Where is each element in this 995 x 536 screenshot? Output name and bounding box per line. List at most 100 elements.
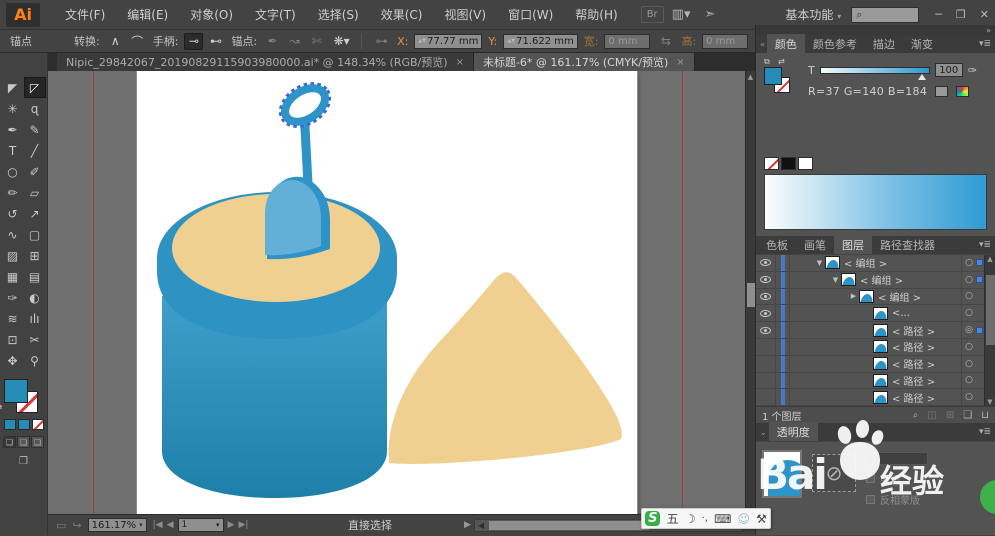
screen-mode-icon[interactable]: ❐ <box>19 456 28 467</box>
visibility-toggle[interactable] <box>756 389 776 406</box>
opacity-mask-well[interactable]: ⊘ <box>812 454 856 493</box>
panel-menu-icon[interactable]: ▾≣ <box>979 427 991 437</box>
handle-display-icon[interactable]: ⊷ <box>206 33 225 50</box>
panel-tab[interactable]: 颜色 <box>766 34 805 54</box>
visibility-toggle[interactable] <box>756 372 776 389</box>
status-expand-icon[interactable]: ▶ <box>464 520 471 530</box>
wrench-icon[interactable]: ⚒ <box>756 512 767 526</box>
tool-button[interactable]: ⊡ <box>2 329 24 350</box>
layer-row[interactable]: ▼ < 编组 > ○ <box>756 271 995 289</box>
tool-button[interactable]: ◸ <box>23 77 46 98</box>
layer-label[interactable]: < 编组 > <box>844 255 887 270</box>
bridge-button[interactable]: Br <box>640 6 664 23</box>
panel-tab[interactable]: 渐变 <box>903 34 941 54</box>
person-icon[interactable]: ☺ <box>738 512 751 526</box>
tool-button[interactable]: ✑ <box>2 287 24 308</box>
clip-checkbox[interactable]: 剪切 <box>866 471 928 486</box>
canvas-area[interactable]: ▲ <box>48 71 755 514</box>
layer-label[interactable]: < 路径 > <box>892 390 935 405</box>
layer-thumbnail[interactable] <box>873 340 888 354</box>
tint-value-field[interactable]: 100 <box>934 63 963 77</box>
layer-row[interactable]: < 路径 > ○ <box>756 338 995 356</box>
scroll-left-icon[interactable]: ◀ <box>475 520 487 531</box>
panel-tab[interactable]: 颜色参考 <box>805 34 865 54</box>
tool-button[interactable]: ▢ <box>24 224 46 245</box>
wubi-mode[interactable]: 五 <box>667 510 679 527</box>
tool-button[interactable]: ╱ <box>24 140 46 161</box>
punctuation-icon[interactable]: ·, <box>702 513 708 524</box>
slider-handle[interactable] <box>917 73 926 80</box>
layer-row[interactable]: < 路径 > ○ <box>756 355 995 373</box>
white-swatch[interactable] <box>798 157 813 170</box>
vertical-scroll-thumb[interactable] <box>747 283 755 307</box>
first-artboard-button[interactable]: |◀ <box>153 520 163 530</box>
layer-thumbnail[interactable] <box>873 390 888 404</box>
moon-icon[interactable]: ☽ <box>685 512 696 526</box>
scroll-up-icon[interactable]: ▲ <box>748 71 753 83</box>
layers-scrollbar[interactable]: ▲ ▼ <box>984 255 995 407</box>
expander-icon[interactable]: ▼ <box>830 276 841 284</box>
search-input[interactable]: ⌕ <box>851 6 920 23</box>
tool-button[interactable]: ▨ <box>2 245 24 266</box>
swap-colors-icon[interactable]: ⇄ <box>778 57 785 66</box>
tool-button[interactable]: ✂ <box>24 329 46 350</box>
menu-item[interactable]: 效果(C) <box>370 2 434 27</box>
menu-item[interactable]: 窗口(W) <box>497 2 564 27</box>
layer-thumbnail[interactable] <box>873 357 888 371</box>
menu-item[interactable]: 视图(V) <box>433 2 497 27</box>
keyboard-icon[interactable]: ⌨ <box>714 512 731 526</box>
none-swatch[interactable] <box>764 157 779 170</box>
tool-button[interactable]: ▤ <box>24 266 46 287</box>
convert-anchor-icon[interactable]: ⌒ <box>128 33 147 50</box>
expander-icon[interactable]: ▶ <box>848 292 859 300</box>
layer-row[interactable]: <... ○ <box>756 305 995 323</box>
sogou-logo[interactable]: S <box>645 511 661 526</box>
layer-label[interactable]: < 编组 > <box>878 289 921 304</box>
stepper-icon[interactable]: ▲▼ <box>507 38 515 44</box>
panel-menu-icon[interactable]: ▾≣ <box>979 240 991 250</box>
layer-label[interactable]: <... <box>892 308 910 319</box>
y-field[interactable]: ▲▼ 71.622 mm <box>503 33 578 49</box>
target-icon[interactable]: ○ <box>965 258 973 268</box>
layer-row[interactable]: < 路径 > ○ <box>756 372 995 390</box>
layer-thumbnail[interactable] <box>825 256 840 270</box>
height-label[interactable]: 高: <box>681 33 696 49</box>
anchor-edit-icon[interactable]: ✄ <box>307 33 326 50</box>
tool-button[interactable]: ⚲ <box>24 350 46 371</box>
layer-label[interactable]: < 路径 > <box>892 373 935 388</box>
layers-scroll-thumb[interactable] <box>986 275 995 345</box>
fill-stroke-proxies[interactable]: ⇄ <box>0 379 40 413</box>
color-proxies[interactable]: ⧉ ⇄ <box>764 57 798 93</box>
tool-button[interactable]: ⊞ <box>24 245 46 266</box>
layers-footer-icon[interactable]: ❏ <box>963 410 972 421</box>
panel-tab[interactable]: 画笔 <box>796 235 834 255</box>
anchor-edit-icon[interactable]: ↝ <box>285 33 304 50</box>
make-mask-button[interactable] <box>866 452 928 466</box>
artboard-number-field[interactable]: 1 ▾ <box>177 518 224 532</box>
fill-proxy[interactable] <box>764 67 782 85</box>
tool-button[interactable]: ◐ <box>24 287 46 308</box>
document-tab[interactable]: Nipic_29842067_20190829115903980000.ai* … <box>57 53 474 71</box>
gradient-button[interactable] <box>17 419 30 430</box>
convert-anchor-icon[interactable]: ∧ <box>106 33 125 50</box>
next-artboard-button[interactable]: ▶ <box>228 520 235 530</box>
menu-item[interactable]: 帮助(H) <box>564 2 628 27</box>
canvas-vertical-scrollbar[interactable]: ▲ <box>745 71 755 514</box>
layers-footer-icon[interactable]: ⌕ <box>913 410 919 421</box>
arrange-documents-icon[interactable]: ▥▾ <box>666 5 697 24</box>
share-icon[interactable]: ➣ <box>698 5 721 24</box>
layer-thumbnail[interactable] <box>873 323 888 337</box>
target-icon[interactable]: ○ <box>965 375 973 385</box>
menu-item[interactable]: 编辑(E) <box>116 2 179 27</box>
last-color-swatch[interactable] <box>935 86 949 97</box>
panel-collapse-icon[interactable]: « <box>758 40 767 49</box>
target-icon[interactable]: ○ <box>965 308 973 318</box>
y-label[interactable]: Y: <box>488 35 497 48</box>
tool-button[interactable]: T <box>2 140 24 161</box>
artboard[interactable] <box>137 71 637 514</box>
layer-label[interactable]: < 路径 > <box>892 323 935 338</box>
draw-normal-mode-icon[interactable]: ❏ <box>3 436 16 448</box>
tool-button[interactable]: ✐ <box>24 161 46 182</box>
eyedropper-icon[interactable]: ✑ <box>968 64 977 77</box>
panel-tab[interactable]: 透明度 <box>768 422 818 443</box>
